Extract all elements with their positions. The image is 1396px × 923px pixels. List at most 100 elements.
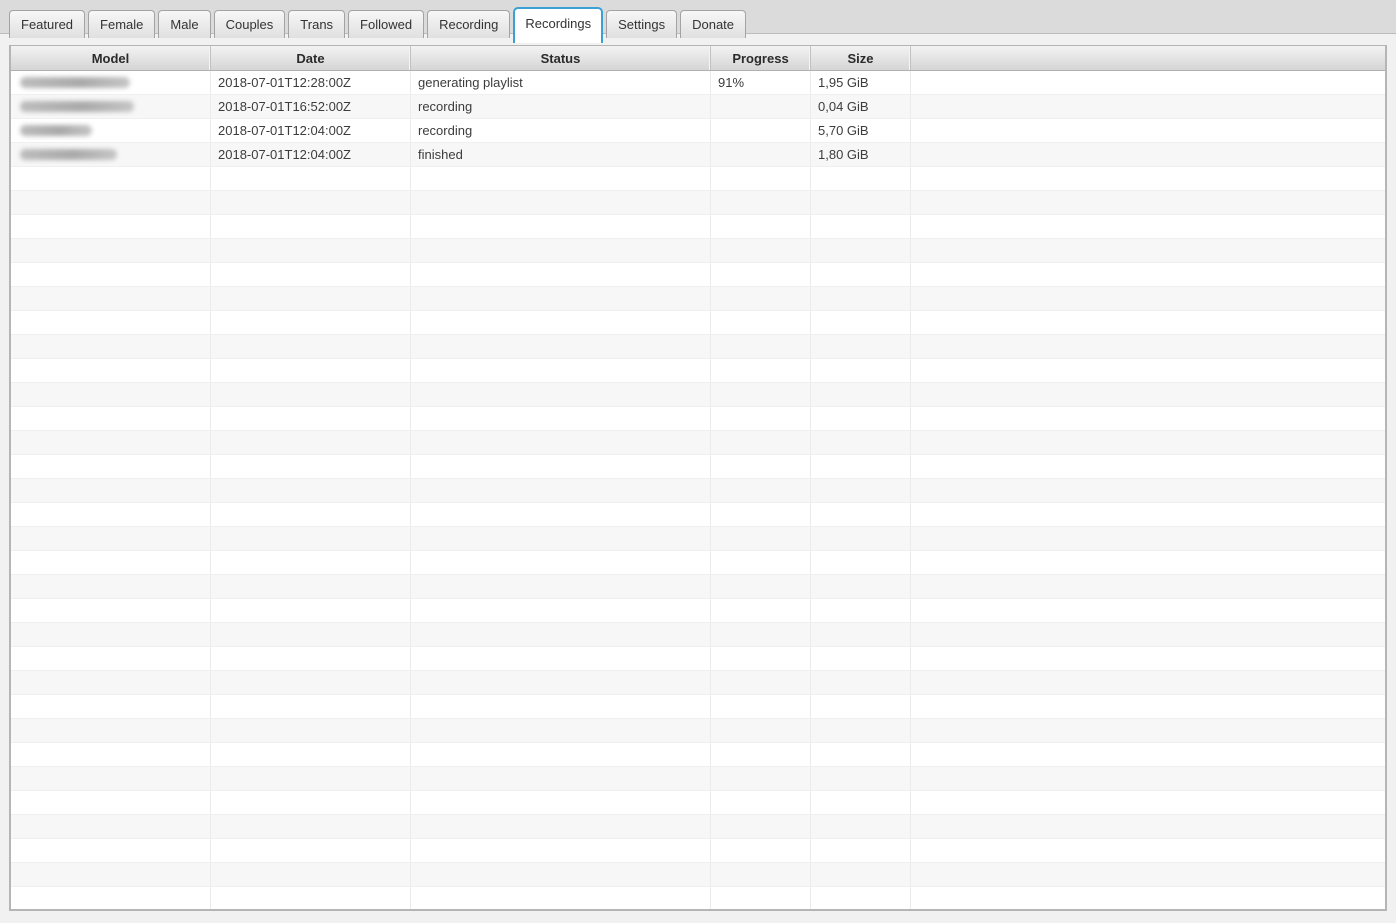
empty-row	[11, 839, 1385, 863]
status-value: generating playlist	[418, 75, 523, 90]
tab-couples[interactable]: Couples	[214, 10, 286, 38]
cell-filler	[911, 695, 1385, 718]
cell-filler	[911, 383, 1385, 406]
cell-size	[811, 263, 911, 286]
date-value: 2018-07-01T16:52:00Z	[218, 99, 351, 114]
cell-model	[11, 407, 211, 430]
column-header-progress[interactable]: Progress	[711, 46, 811, 70]
cell-filler	[911, 455, 1385, 478]
cell-status	[411, 863, 711, 886]
tab-recordings[interactable]: Recordings	[513, 7, 603, 43]
empty-row	[11, 599, 1385, 623]
cell-date	[211, 791, 411, 814]
cell-date	[211, 167, 411, 190]
cell-status	[411, 647, 711, 670]
tab-female[interactable]: Female	[88, 10, 155, 38]
cell-size	[811, 335, 911, 358]
cell-date	[211, 239, 411, 262]
tab-trans[interactable]: Trans	[288, 10, 345, 38]
cell-model	[11, 119, 211, 142]
tab-settings[interactable]: Settings	[606, 10, 677, 38]
size-value: 1,95 GiB	[818, 75, 869, 90]
cell-status	[411, 503, 711, 526]
cell-filler	[911, 671, 1385, 694]
cell-progress	[711, 767, 811, 790]
cell-date: 2018-07-01T12:04:00Z	[211, 143, 411, 166]
cell-progress	[711, 647, 811, 670]
recording-row[interactable]: 2018-07-01T16:52:00Zrecording0,04 GiB	[11, 95, 1385, 119]
empty-row	[11, 287, 1385, 311]
recording-row[interactable]: 2018-07-01T12:28:00Zgenerating playlist9…	[11, 71, 1385, 95]
cell-date	[211, 695, 411, 718]
date-value: 2018-07-01T12:04:00Z	[218, 147, 351, 162]
cell-status	[411, 695, 711, 718]
empty-row	[11, 863, 1385, 887]
cell-filler	[911, 95, 1385, 118]
tab-recording[interactable]: Recording	[427, 10, 510, 38]
cell-filler	[911, 887, 1385, 910]
cell-status	[411, 815, 711, 838]
cell-model	[11, 191, 211, 214]
cell-date	[211, 887, 411, 910]
cell-date	[211, 407, 411, 430]
cell-model	[11, 335, 211, 358]
cell-status	[411, 479, 711, 502]
cell-model	[11, 575, 211, 598]
column-header-date[interactable]: Date	[211, 46, 411, 70]
cell-status	[411, 191, 711, 214]
cell-progress	[711, 95, 811, 118]
cell-model	[11, 743, 211, 766]
empty-row	[11, 215, 1385, 239]
cell-size: 1,95 GiB	[811, 71, 911, 94]
tab-label: Featured	[21, 17, 73, 32]
cell-progress	[711, 431, 811, 454]
empty-row	[11, 647, 1385, 671]
cell-date	[211, 383, 411, 406]
cell-date	[211, 599, 411, 622]
cell-status	[411, 623, 711, 646]
cell-model	[11, 719, 211, 742]
empty-row	[11, 263, 1385, 287]
cell-filler	[911, 335, 1385, 358]
empty-row	[11, 311, 1385, 335]
cell-progress	[711, 287, 811, 310]
progress-value: 91%	[718, 75, 744, 90]
empty-row	[11, 383, 1385, 407]
cell-model	[11, 887, 211, 910]
cell-date: 2018-07-01T16:52:00Z	[211, 95, 411, 118]
empty-row	[11, 407, 1385, 431]
cell-progress	[711, 335, 811, 358]
cell-date	[211, 623, 411, 646]
cell-progress	[711, 887, 811, 910]
cell-status	[411, 431, 711, 454]
column-header-status[interactable]: Status	[411, 46, 711, 70]
recording-row[interactable]: 2018-07-01T12:04:00Zfinished1,80 GiB	[11, 143, 1385, 167]
column-header-size[interactable]: Size	[811, 46, 911, 70]
cell-model	[11, 791, 211, 814]
cell-progress	[711, 167, 811, 190]
cell-size: 1,80 GiB	[811, 143, 911, 166]
cell-size: 5,70 GiB	[811, 119, 911, 142]
empty-row	[11, 335, 1385, 359]
tab-donate[interactable]: Donate	[680, 10, 746, 38]
cell-model	[11, 815, 211, 838]
cell-size	[811, 383, 911, 406]
tab-followed[interactable]: Followed	[348, 10, 424, 38]
cell-model	[11, 455, 211, 478]
cell-status	[411, 263, 711, 286]
tab-male[interactable]: Male	[158, 10, 210, 38]
tab-label: Recordings	[525, 16, 591, 31]
cell-filler	[911, 359, 1385, 382]
cell-filler	[911, 215, 1385, 238]
column-header-model[interactable]: Model	[11, 46, 211, 70]
cell-progress	[711, 191, 811, 214]
recording-row[interactable]: 2018-07-01T12:04:00Zrecording5,70 GiB	[11, 119, 1385, 143]
cell-progress	[711, 311, 811, 334]
tab-featured[interactable]: Featured	[9, 10, 85, 38]
cell-date	[211, 263, 411, 286]
cell-progress	[711, 863, 811, 886]
cell-model	[11, 311, 211, 334]
empty-row	[11, 695, 1385, 719]
tab-label: Couples	[226, 17, 274, 32]
cell-date	[211, 431, 411, 454]
